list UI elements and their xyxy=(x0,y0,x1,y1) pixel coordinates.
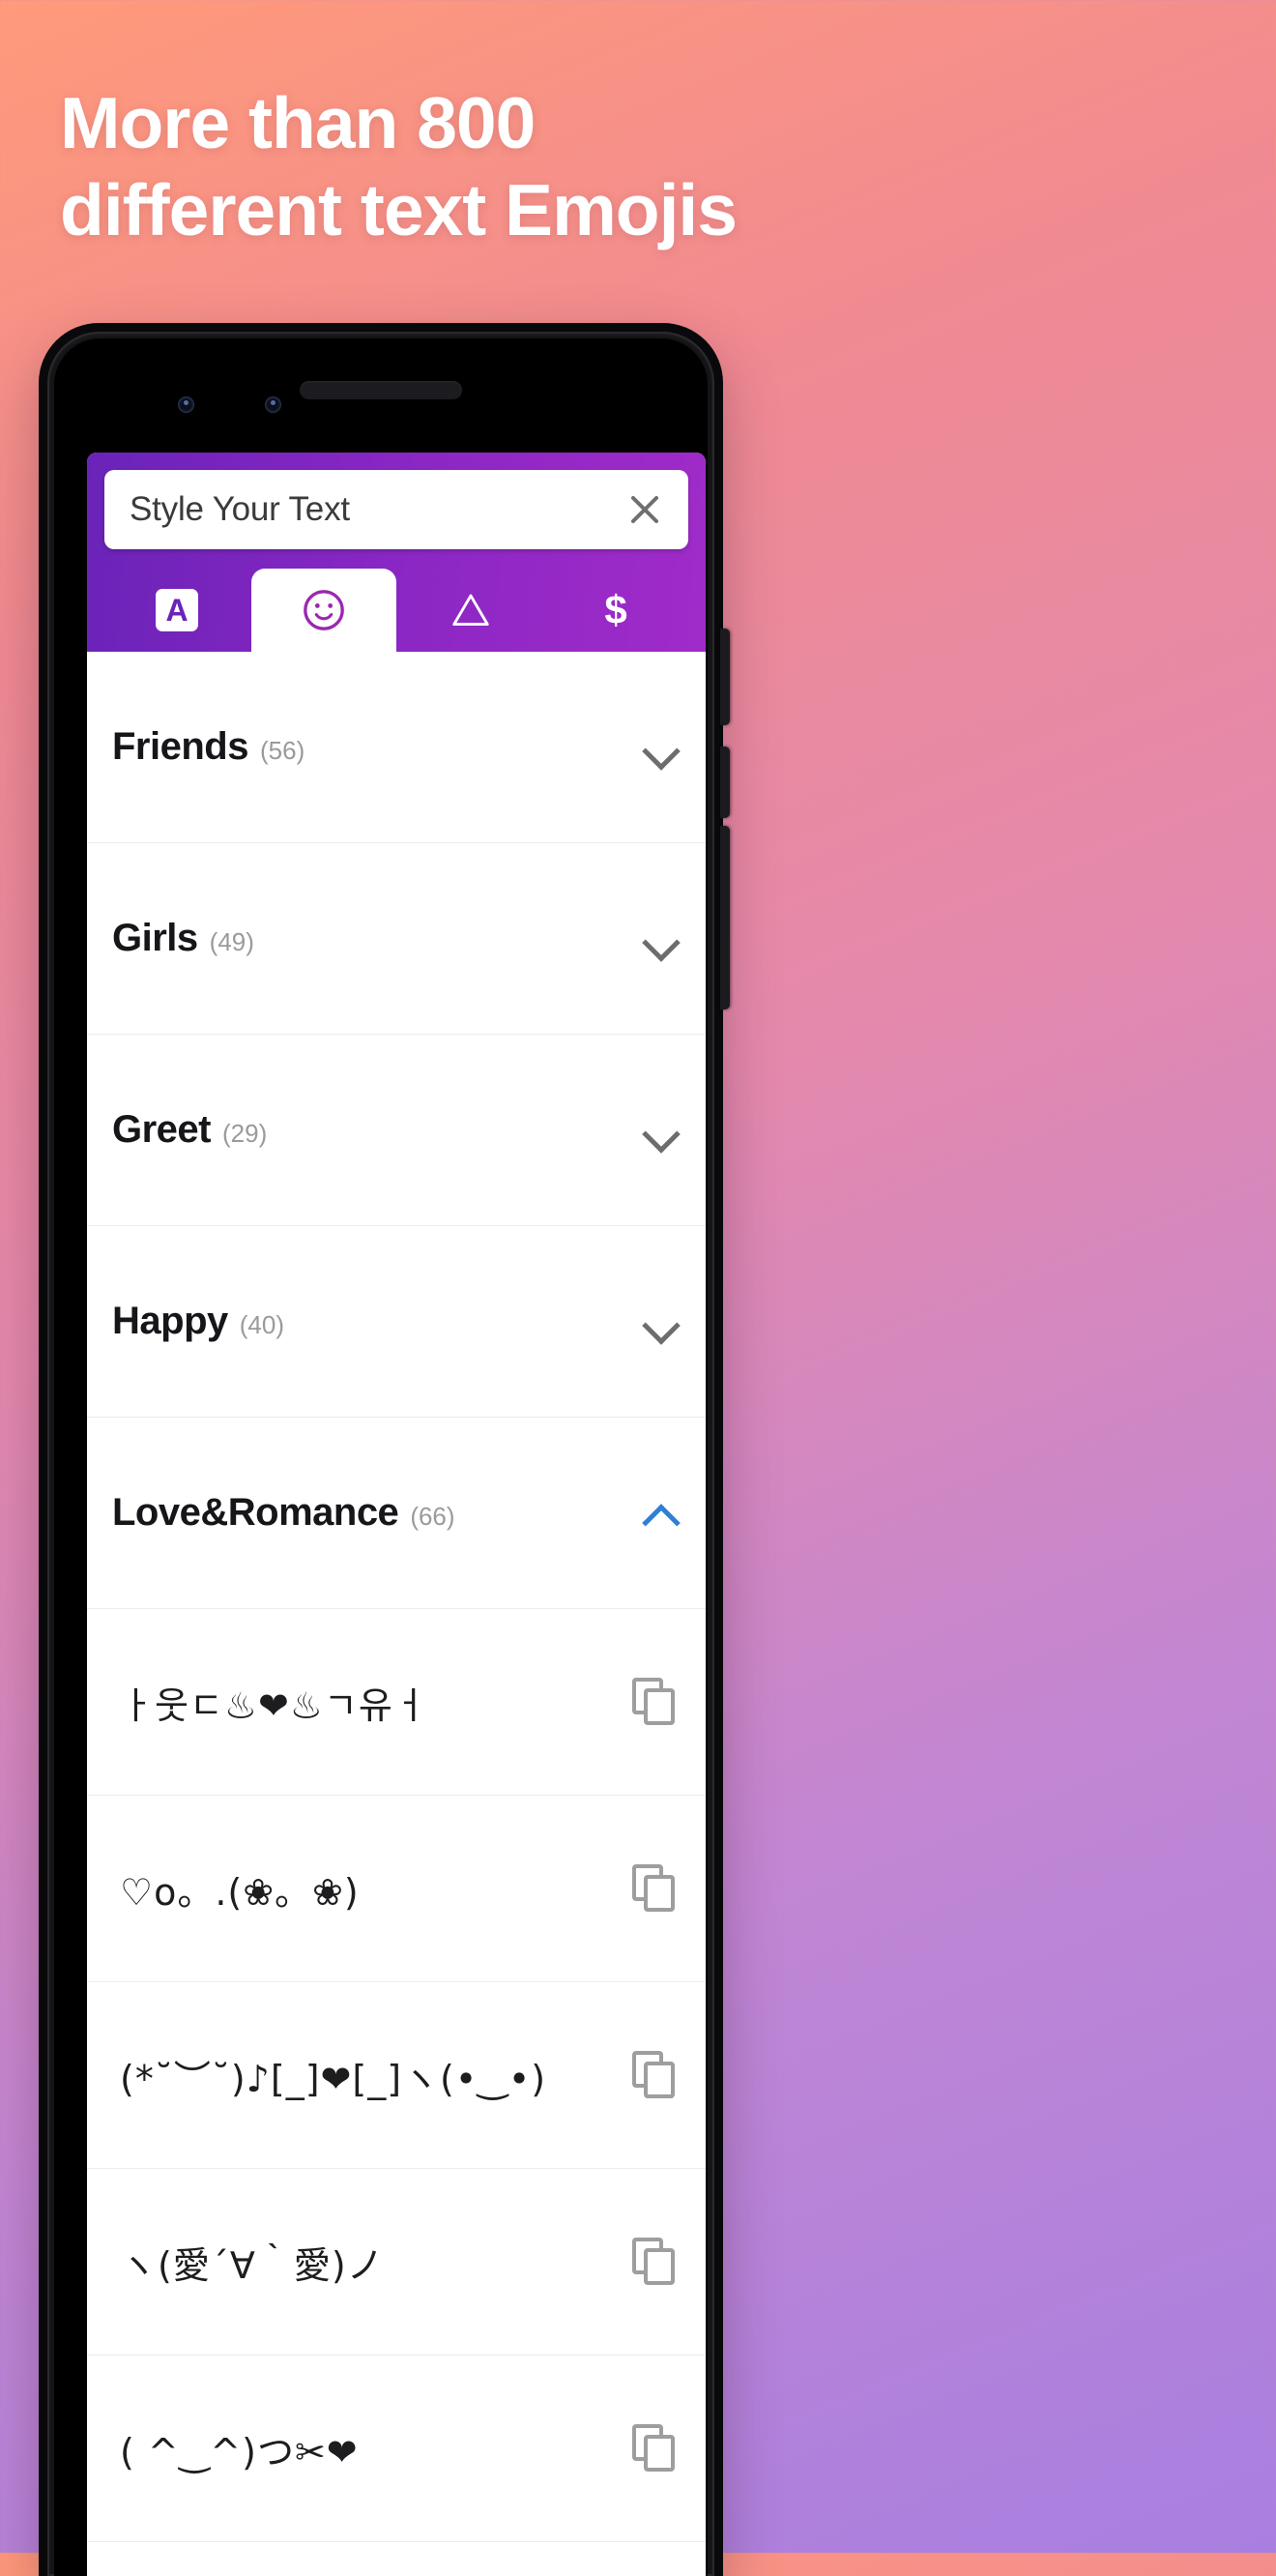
category-count: (29) xyxy=(222,1119,268,1148)
category-row-friends[interactable]: Friends (56) xyxy=(87,652,706,843)
emoji-list-item[interactable]: ( ^‿^)つ✂❤ xyxy=(87,2356,706,2542)
search-input[interactable] xyxy=(130,490,623,529)
copy-icon[interactable] xyxy=(632,1864,677,1913)
emoji-list-item[interactable]: ヽ(愛´∀｀愛)ノ xyxy=(87,2169,706,2356)
phone-side-button-volume-down xyxy=(720,746,730,818)
phone-mockup: A xyxy=(39,323,730,2576)
front-sensor-glint xyxy=(271,400,276,405)
smiley-face-icon xyxy=(304,590,344,630)
category-row-happy[interactable]: Happy (40) xyxy=(87,1226,706,1418)
category-label: Girls (49) xyxy=(112,917,254,960)
headline-line-2: different text Emojis xyxy=(60,169,738,250)
headline-line-1: More than 800 xyxy=(60,82,536,163)
tab-symbols[interactable] xyxy=(398,569,543,652)
tab-text-styles[interactable]: A xyxy=(104,569,249,652)
search-bar[interactable] xyxy=(104,470,688,549)
app-window: A xyxy=(87,453,706,2576)
category-label: Love&Romance (66) xyxy=(112,1491,455,1535)
category-count: (49) xyxy=(209,927,254,956)
emoji-text: ♡o。.(❀。❀) xyxy=(120,1870,360,1914)
emoji-text: (*˘︶˘)♪[_]❤[_]ヽ(•‿•) xyxy=(120,2057,547,2100)
chevron-up-icon[interactable] xyxy=(640,1493,681,1534)
front-camera-glint xyxy=(184,400,188,405)
category-row-greet[interactable]: Greet (29) xyxy=(87,1035,706,1226)
category-name: Girls xyxy=(112,917,198,959)
category-name: Love&Romance xyxy=(112,1491,399,1534)
emoji-text: ㅏ웃ㄷ♨❤♨ㄱ유ㅓ xyxy=(120,1683,428,1727)
category-label: Friends (56) xyxy=(112,725,304,769)
close-icon[interactable] xyxy=(623,487,667,532)
letter-a-icon: A xyxy=(156,589,198,631)
copy-icon[interactable] xyxy=(632,2238,677,2286)
category-count: (40) xyxy=(239,1310,284,1339)
tab-bar: A $ xyxy=(104,569,688,652)
category-list: Friends (56) Girls (49) Greet (29) Happy… xyxy=(87,652,706,2542)
chevron-down-icon[interactable] xyxy=(640,1302,681,1342)
app-header: A xyxy=(87,453,706,652)
category-name: Happy xyxy=(112,1300,228,1342)
tab-currency[interactable]: $ xyxy=(543,569,688,652)
category-row-girls[interactable]: Girls (49) xyxy=(87,843,706,1035)
category-name: Greet xyxy=(112,1108,212,1151)
category-label: Happy (40) xyxy=(112,1300,284,1343)
tab-emoji[interactable] xyxy=(251,569,396,652)
emoji-text: ヽ(愛´∀｀愛)ノ xyxy=(120,2243,385,2287)
category-name: Friends xyxy=(112,725,248,768)
copy-icon[interactable] xyxy=(632,2424,677,2473)
emoji-list-item[interactable]: (*˘︶˘)♪[_]❤[_]ヽ(•‿•) xyxy=(87,1982,706,2169)
phone-screen: A xyxy=(54,338,708,2576)
phone-side-button-power xyxy=(720,826,730,1010)
triangle-icon xyxy=(452,594,489,627)
emoji-list-item[interactable]: ㅏ웃ㄷ♨❤♨ㄱ유ㅓ xyxy=(87,1609,706,1796)
emoji-text: ( ^‿^)つ✂❤ xyxy=(120,2430,359,2474)
dollar-sign-icon: $ xyxy=(604,587,627,632)
chevron-down-icon[interactable] xyxy=(640,727,681,768)
chevron-down-icon[interactable] xyxy=(640,1110,681,1151)
copy-icon[interactable] xyxy=(632,2051,677,2099)
phone-side-button-volume-up xyxy=(720,629,730,725)
category-row-love-romance[interactable]: Love&Romance (66) xyxy=(87,1418,706,1609)
promo-headline: More than 800 different text Emojis xyxy=(60,85,1201,248)
chevron-down-icon[interactable] xyxy=(640,919,681,959)
emoji-list-item[interactable]: ♡o。.(❀。❀) xyxy=(87,1796,706,1982)
earpiece-speaker-icon xyxy=(300,381,462,399)
category-count: (66) xyxy=(410,1502,455,1531)
category-label: Greet (29) xyxy=(112,1108,267,1152)
copy-icon[interactable] xyxy=(632,1678,677,1726)
category-count: (56) xyxy=(259,736,305,765)
